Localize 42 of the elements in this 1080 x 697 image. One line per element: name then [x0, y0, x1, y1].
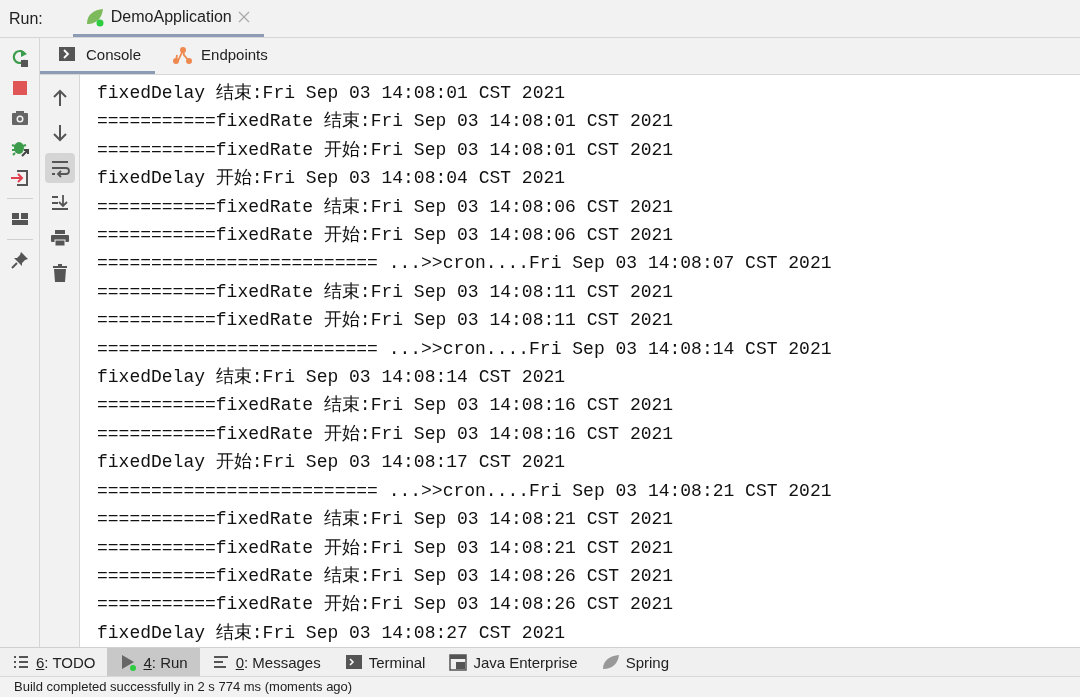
console-line: ===========fixedRate 开始:Fri Sep 03 14:08:26 CST 2021 [97, 593, 675, 617]
messages-icon [211, 653, 230, 671]
tool-tab[interactable]: Endpoints [155, 38, 282, 74]
console-line: ===========fixedRate 开始:Fri Sep 03 14:08:01 CST 2021 [97, 138, 675, 162]
leaf-icon [601, 653, 620, 671]
console-line: ===========fixedRate 结束:Fri Sep 03 14:08:11 CST 2021 [97, 280, 675, 304]
console-line: ===========fixedRate 开始:Fri Sep 03 14:08:16 CST 2021 [97, 422, 675, 446]
run-tab[interactable]: DemoApplication [72, 0, 264, 37]
status-text: Build completed successfully in 2 s 774 ms (moments ago) [14, 679, 353, 694]
endpoints-icon [173, 45, 194, 64]
tool-window-tab[interactable]: Spring [589, 648, 681, 676]
console-line: ========================== ...>>cron....Fri Sep 03 14:08:21 CST 2021 [97, 479, 833, 503]
play-icon [119, 653, 138, 671]
console-line: ===========fixedRate 开始:Fri Sep 03 14:08:06 CST 2021 [97, 224, 675, 248]
tool-window-tab[interactable]: Terminal [332, 648, 438, 676]
terminal-icon [344, 653, 363, 671]
console-line: ===========fixedRate 结束:Fri Sep 03 14:08:26 CST 2021 [97, 564, 675, 588]
tool-window-tab[interactable]: 6: TODO [0, 648, 108, 676]
tool-window-tab[interactable]: Java Enterprise [437, 648, 590, 676]
console-line: fixedDelay 开始:Fri Sep 03 14:08:17 CST 2021 [97, 451, 567, 475]
leaf-icon [84, 7, 105, 27]
console-line: fixedDelay 开始:Fri Sep 03 14:08:04 CST 2021 [97, 167, 567, 191]
console-line: ===========fixedRate 结束:Fri Sep 03 14:08:06 CST 2021 [97, 195, 675, 219]
console-line: ========================== ...>>cron....Fri Sep 03 14:08:07 CST 2021 [97, 252, 833, 276]
console-line: ===========fixedRate 结束:Fri Sep 03 14:08:21 CST 2021 [97, 508, 675, 532]
run-label: Run: [8, 9, 44, 28]
console-line: ===========fixedRate 开始:Fri Sep 03 14:08:21 CST 2021 [97, 536, 675, 560]
exit-icon[interactable] [9, 168, 30, 188]
pin-icon[interactable] [9, 250, 30, 270]
enterprise-icon [449, 653, 468, 671]
console-line: ========================== ...>>cron....Fri Sep 03 14:08:14 CST 2021 [97, 337, 833, 361]
console-line: ===========fixedRate 开始:Fri Sep 03 14:08:11 CST 2021 [97, 309, 675, 333]
console-line: ===========fixedRate 结束:Fri Sep 03 14:08:16 CST 2021 [97, 394, 675, 418]
console-line: fixedDelay 结束:Fri Sep 03 14:08:27 CST 2021 [97, 621, 567, 645]
console-line: ===========fixedRate 结束:Fri Sep 03 14:08:01 CST 2021 [97, 110, 675, 134]
console-icon [58, 45, 78, 64]
console-line: fixedDelay 结束:Fri Sep 03 14:08:14 CST 2021 [97, 366, 567, 390]
tool-window-tab[interactable]: 0: Messages [199, 648, 333, 676]
tool-window-tab[interactable]: 4: Run [107, 648, 200, 676]
camera-icon[interactable] [9, 108, 30, 128]
list-icon [12, 653, 30, 671]
console-line: fixedDelay 结束:Fri Sep 03 14:08:01 CST 2021 [97, 82, 567, 105]
